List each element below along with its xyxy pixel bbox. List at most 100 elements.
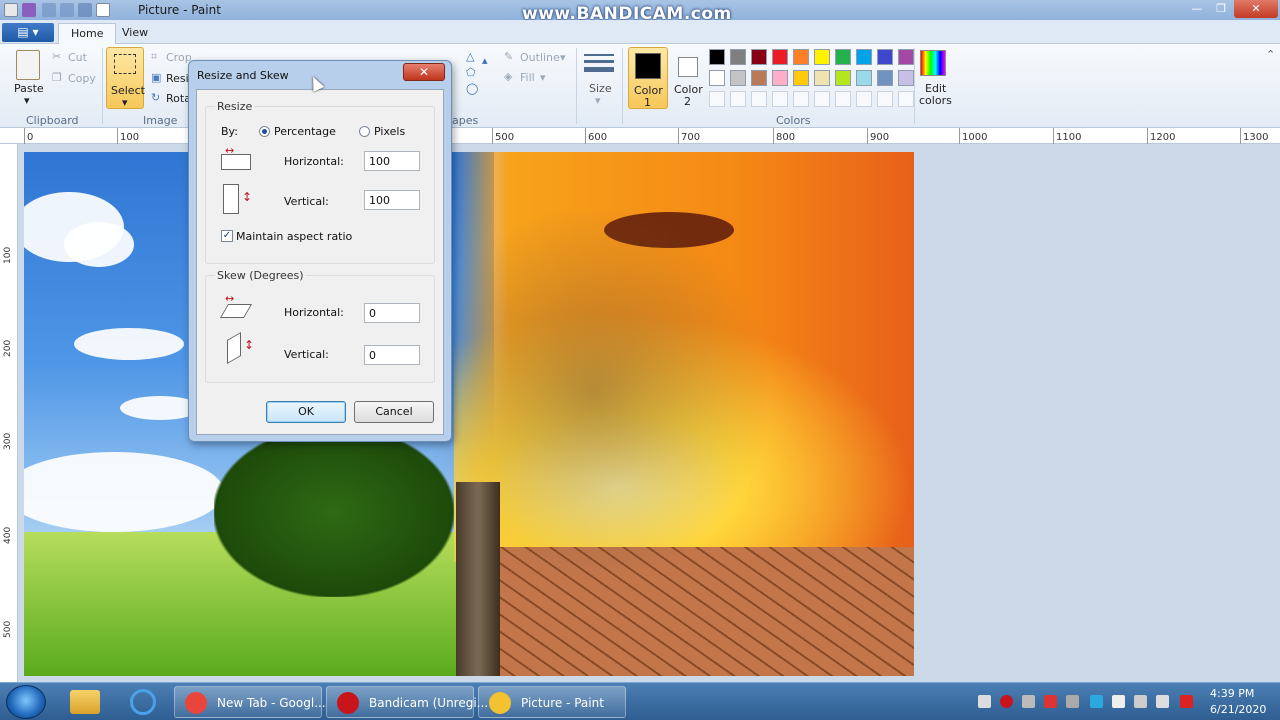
select-button[interactable]: Select ▾ [106,47,145,109]
picture-canvas[interactable] [24,152,914,676]
pentagon-shape-icon[interactable]: ⬠ [466,66,476,79]
callout-shape-icon[interactable]: ◯ [466,82,478,95]
palette-empty-swatch[interactable] [835,91,851,107]
ruler-line [117,128,118,144]
palette-empty-swatch[interactable] [709,91,725,107]
palette-swatch[interactable] [730,70,746,86]
outline-button[interactable]: Outline [520,51,560,64]
resize-vertical-input[interactable] [364,190,420,210]
color1-button[interactable]: Color 1 [628,47,668,109]
palette-empty-swatch[interactable] [772,91,788,107]
palette-swatch[interactable] [793,49,809,65]
palette-swatch[interactable] [709,70,725,86]
cut-button[interactable]: Cut [68,51,87,64]
tab-home[interactable]: Home [58,23,117,44]
palette-empty-swatch[interactable] [814,91,830,107]
copy-button[interactable]: Copy [68,72,96,85]
palette-swatch[interactable] [772,49,788,65]
paste-icon[interactable] [16,50,40,80]
paint-app-icon[interactable] [4,3,18,17]
tray-record-icon[interactable] [1000,695,1013,708]
customize-icon[interactable] [78,3,92,17]
edit-colors-icon[interactable] [920,50,946,76]
triangle-shape-icon[interactable]: △ [466,50,474,63]
undo-icon[interactable] [42,3,56,17]
ruler-line [773,128,774,144]
tray-monitor-icon[interactable] [1134,695,1147,708]
start-button[interactable] [6,685,46,719]
cancel-button[interactable]: Cancel [354,401,434,423]
palette-empty-swatch[interactable] [793,91,809,107]
ruler-tick: 1100 [1056,132,1082,143]
taskbar-item[interactable]: Picture - Paint [478,686,626,718]
dialog-close-button[interactable]: ✕ [403,63,445,81]
palette-empty-swatch[interactable] [751,91,767,107]
color2-button[interactable]: Color 2 [670,47,706,109]
taskbar-item[interactable]: Bandicam (Unregi... [326,686,488,718]
palette-swatch[interactable] [709,49,725,65]
resize-horizontal-input[interactable] [364,151,420,171]
palette-swatch[interactable] [877,49,893,65]
close-button[interactable]: ✕ [1234,0,1278,18]
tray-volume-icon[interactable] [1044,695,1057,708]
palette-empty-swatch[interactable] [898,91,914,107]
dialog-title[interactable]: Resize and Skew [197,69,289,82]
maximize-button[interactable]: ❐ [1210,0,1232,18]
palette-swatch[interactable] [856,70,872,86]
clock-time[interactable]: 4:39 PM [1210,687,1254,700]
palette-swatch[interactable] [856,49,872,65]
palette-swatch[interactable] [877,70,893,86]
ruler-tick: 500 [3,620,13,638]
minimize-button[interactable]: — [1186,0,1208,18]
palette-swatch[interactable] [751,70,767,86]
maintain-aspect-checkbox[interactable]: ✓ [221,230,233,242]
palette-empty-swatch[interactable] [856,91,872,107]
tab-view[interactable]: View [110,23,160,44]
skew-vertical-input[interactable] [364,345,420,365]
palette-swatch[interactable] [751,49,767,65]
tray-keyboard-icon[interactable] [1022,695,1035,708]
palette-empty-swatch[interactable] [730,91,746,107]
skew-horizontal-label: Horizontal: [284,306,344,319]
fill-button[interactable]: Fill [520,71,535,84]
cloud [64,222,134,267]
palette-swatch[interactable] [772,70,788,86]
tray-sound-icon[interactable] [1156,695,1169,708]
ok-button[interactable]: OK [266,401,346,423]
tray-app-icon[interactable] [978,695,991,708]
pixels-label[interactable]: Pixels [374,125,405,138]
skew-horizontal-input[interactable] [364,303,420,323]
ribbon-collapse-icon[interactable]: ⌃ [1266,48,1275,61]
palette-swatch[interactable] [835,49,851,65]
file-menu-button[interactable]: ▤ ▾ [2,23,54,42]
palette-swatch[interactable] [898,49,914,65]
size-icon[interactable] [584,52,614,74]
taskbar-item[interactable]: New Tab - Googl... [174,686,326,718]
palette-empty-swatch[interactable] [877,91,893,107]
pixels-radio[interactable] [359,126,370,137]
redo-icon[interactable] [60,3,74,17]
explorer-icon[interactable] [70,690,100,714]
maintain-aspect-label[interactable]: Maintain aspect ratio [236,230,352,243]
clock-date[interactable]: 6/21/2020 [1210,703,1266,716]
document-icon[interactable] [96,3,110,17]
palette-swatch[interactable] [730,49,746,65]
shapes-scroll-icon[interactable]: ▴ [482,54,488,67]
palette-swatch[interactable] [814,70,830,86]
tray-close-icon[interactable] [1180,695,1193,708]
tray-network-icon[interactable] [1066,695,1079,708]
palette-swatch[interactable] [793,70,809,86]
tray-flag-icon[interactable] [1112,695,1125,708]
palette-swatch[interactable] [898,70,914,86]
internet-explorer-icon[interactable] [130,689,156,715]
percentage-label[interactable]: Percentage [274,125,336,138]
dropdown-icon[interactable] [114,3,122,17]
palette-swatch[interactable] [835,70,851,86]
palette-swatch[interactable] [814,49,830,65]
save-icon[interactable] [22,3,36,17]
paste-dropdown-icon[interactable]: ▾ [24,94,30,107]
tray-bluetooth-icon[interactable] [1090,695,1103,708]
shapes-gallery[interactable]: △ ⬠ ◯ ▴ [452,50,488,104]
percentage-radio[interactable] [259,126,270,137]
title-bar: Picture - Paint www.BANDICAM.com — ❐ ✕ [0,0,1280,24]
